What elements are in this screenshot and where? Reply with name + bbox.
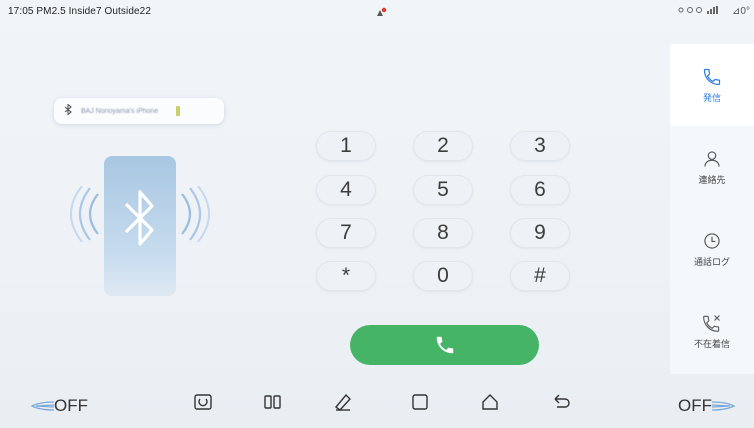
- sidebar-item-label: 不在着信: [693, 338, 730, 349]
- phone-call-icon: [436, 336, 453, 354]
- status-text: 17:05 PM2.5 Inside7 Outside22: [8, 6, 151, 17]
- notification-icon: [375, 6, 387, 18]
- person-icon: [704, 150, 720, 167]
- key-8[interactable]: 8: [413, 218, 473, 248]
- key-star[interactable]: *: [316, 261, 376, 291]
- sidebar-item-call-log[interactable]: 通話ログ: [670, 208, 754, 290]
- left-wave-icon: [70, 186, 99, 242]
- square-icon[interactable]: [410, 392, 432, 414]
- call-button[interactable]: [350, 325, 539, 365]
- status-right-text: ⊿0°: [732, 6, 750, 17]
- bluetooth-large-icon: [124, 190, 154, 246]
- key-6[interactable]: 6: [510, 175, 570, 205]
- key-2[interactable]: 2: [413, 131, 473, 161]
- sidebar-item-missed-calls[interactable]: 不在着信: [670, 290, 754, 372]
- clock-icon: [704, 232, 720, 249]
- key-1[interactable]: 1: [316, 131, 376, 161]
- missed-call-icon: [703, 314, 720, 332]
- split-screen-icon[interactable]: [263, 392, 285, 414]
- key-5[interactable]: 5: [413, 175, 473, 205]
- bluetooth-device-pill[interactable]: BAJ Nonoyama's iPhone: [54, 98, 224, 124]
- sidebar-item-contacts[interactable]: 連絡先: [670, 126, 754, 208]
- status-bar: 17:05 PM2.5 Inside7 Outside22 ⊿0°: [0, 0, 754, 24]
- camera-icon[interactable]: [193, 392, 215, 414]
- right-wave-icon: [181, 186, 210, 242]
- right-fan-label: OFF: [678, 396, 712, 415]
- sidebar-item-label: 連絡先: [698, 174, 726, 185]
- fan-left-icon: [30, 401, 54, 411]
- right-fan-control[interactable]: OFF: [678, 396, 736, 416]
- phone-illustration: [104, 156, 176, 296]
- battery-icon: [176, 106, 181, 116]
- phone-icon: [703, 68, 721, 85]
- sidebar-item-label: 発信: [702, 92, 721, 103]
- device-name: BAJ Nonoyama's iPhone: [81, 107, 159, 115]
- signal-icons: [677, 5, 729, 18]
- sidebar-item-label: 通話ログ: [693, 256, 730, 267]
- key-0[interactable]: 0: [413, 261, 473, 291]
- left-fan-control[interactable]: OFF: [30, 396, 88, 416]
- sidebar: 発信 連絡先 通話ログ 不在着信: [670, 44, 754, 374]
- key-3[interactable]: 3: [510, 131, 570, 161]
- key-hash[interactable]: #: [510, 261, 570, 291]
- home-icon[interactable]: [480, 392, 502, 414]
- bluetooth-icon: [64, 102, 73, 120]
- bottom-bar: OFF OFF: [0, 392, 754, 428]
- key-7[interactable]: 7: [316, 218, 376, 248]
- key-9[interactable]: 9: [510, 218, 570, 248]
- key-4[interactable]: 4: [316, 175, 376, 205]
- status-icons: ⊿0°: [677, 5, 750, 18]
- left-fan-label: OFF: [54, 396, 88, 415]
- back-icon[interactable]: [552, 392, 574, 414]
- fan-right-icon: [712, 401, 736, 411]
- edit-icon[interactable]: [333, 392, 355, 414]
- sidebar-item-dial[interactable]: 発信: [670, 44, 754, 126]
